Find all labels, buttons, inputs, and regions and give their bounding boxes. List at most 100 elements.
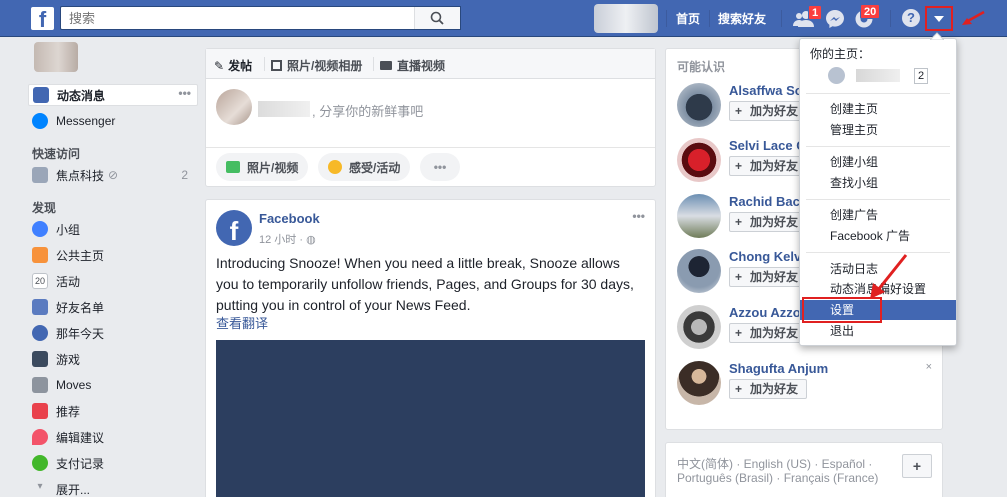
languages-line-1[interactable]: 中文(简体) · English (US) · Español · [677,455,872,472]
person-name[interactable]: Shagufta Anjum [729,361,828,376]
nav-home-link[interactable]: 首页 [676,10,700,27]
notifications-badge: 20 [860,4,881,19]
person-photo[interactable] [677,194,721,238]
page-flag-icon [828,67,845,84]
facebook-ads-item[interactable]: Facebook 广告 [800,226,956,246]
profile-avatar-blurred[interactable] [594,4,658,33]
search-input[interactable] [61,7,421,29]
add-friend-button[interactable]: 加为好友 [729,156,801,176]
find-groups-item[interactable]: 查找小组 [800,173,956,193]
sidebar-item-games[interactable]: 游戏 [28,348,198,370]
tab-post[interactable]: ✎ 发帖 [214,57,252,74]
create-ad-item[interactable]: 创建广告 [800,205,956,225]
map-pin-icon [32,429,48,445]
add-friend-button[interactable]: 加为好友 [729,101,801,121]
person-name[interactable]: Rachid Bac [729,194,800,209]
divider [373,57,374,71]
more-icon[interactable]: ••• [178,86,191,100]
sidebar-item-on-this-day[interactable]: 那年今天 [28,322,198,344]
sidebar-item-moves[interactable]: Moves [28,374,198,396]
divider [806,93,950,94]
close-icon[interactable]: × [926,361,932,373]
sidebar-item-groups[interactable]: 小组 [28,218,198,240]
user-avatar-blurred[interactable] [34,42,78,72]
divider [781,10,782,27]
sidebar-item-messenger[interactable]: Messenger [28,110,198,132]
log-out-item[interactable]: 退出 [800,321,956,341]
nav-find-friends-link[interactable]: 搜索好友 [718,10,766,27]
post-timestamp[interactable]: 12 小时 · ◍ [259,231,316,247]
top-bar: f 首页 搜索好友 1 20 ? [0,0,1007,37]
annotation-arrow-icon [962,10,985,25]
sidebar-item-label: 好友名单 [56,300,105,315]
tab-live-video[interactable]: 直播视频 [380,57,445,74]
help-icon[interactable]: ? [902,9,920,27]
sidebar-item-news-feed[interactable]: 动态消息 ••• [28,84,198,106]
sidebar-item-payment-history[interactable]: 支付记录 [28,452,198,474]
sidebar-item-pages[interactable]: 公共主页 [28,244,198,266]
sidebar-item-label: 支付记录 [56,456,105,471]
post-options-button[interactable]: ••• [632,209,645,223]
caret-down-icon [934,16,944,22]
chevron-down-icon: ▾ [37,481,43,492]
add-friend-button[interactable]: 加为好友 [729,267,801,287]
page-count-badge: 2 [914,68,929,84]
post-author[interactable]: Facebook [259,211,320,226]
sidebar-item-suggest-edits[interactable]: 编辑建议 [28,426,198,448]
person-photo[interactable] [677,138,721,182]
tab-label: 发帖 [228,59,253,73]
games-icon [32,351,48,367]
page-icon [32,167,48,183]
person-photo[interactable] [677,83,721,127]
see-translation-link[interactable]: 查看翻译 [216,313,268,332]
divider [806,199,950,200]
add-friend-button[interactable]: 加为好友 [729,323,801,343]
account-menu-button[interactable] [925,6,953,31]
manage-pages-item[interactable]: 管理主页 [800,120,956,140]
more-options-button[interactable]: ••• [420,153,460,181]
sidebar-item-label: Moves [56,378,92,392]
person-photo[interactable] [677,249,721,293]
add-friend-button[interactable]: 加为好友 [729,212,801,232]
pymk-heading: 可能认识 [677,60,726,74]
person-photo[interactable] [677,361,721,405]
feeling-activity-button[interactable]: 感受/活动 [318,153,411,181]
photo-video-button[interactable]: 照片/视频 [216,153,309,181]
facebook-page-avatar[interactable]: f [216,210,252,246]
person-name[interactable]: Azzou Azzo [729,305,801,320]
sidebar-item-events[interactable]: 20 活动 [28,270,198,292]
person-photo[interactable] [677,305,721,349]
page-row[interactable]: 2 [828,66,948,86]
languages-card: 中文(简体) · English (US) · Español · Portug… [665,442,943,497]
sidebar-item-label: 推荐 [56,404,81,419]
caret-up-icon [930,32,944,40]
your-pages-heading: 你的主页： [810,47,871,61]
post-card: f Facebook 12 小时 · ◍ ••• Introducing Sno… [205,199,656,497]
languages-line-2[interactable]: Português (Brasil) · Français (France) [677,471,878,485]
sidebar-item-friend-lists[interactable]: 好友名单 [28,296,198,318]
photo-album-icon [271,60,282,71]
composer-input[interactable]: , 分享你的新鲜事吧 [312,101,423,120]
news-feed-icon [33,87,49,103]
create-group-item[interactable]: 创建小组 [800,152,956,172]
facebook-logo[interactable]: f [31,7,54,30]
shortcuts-heading: 快速访问 [32,147,81,161]
page-name-blurred [856,69,900,82]
payment-icon [32,455,48,471]
search-button[interactable] [414,7,460,29]
sidebar-item-label: 展开... [56,482,91,497]
post-media[interactable] [216,340,645,497]
messenger-icon[interactable] [825,9,845,29]
person-name[interactable]: Alsaffwa So [729,83,803,98]
tab-photo-album[interactable]: 照片/视频相册 [271,57,362,74]
create-page-item[interactable]: 创建主页 [800,99,956,119]
add-language-button[interactable]: + [902,454,932,478]
sidebar-item-shortcut-page[interactable]: 焦点科技 ⊘ 2 [28,164,198,186]
divider [806,146,950,147]
pages-flag-icon [32,247,48,263]
sidebar-see-more[interactable]: ▾ 展开... [28,478,198,497]
add-friend-button[interactable]: 加为好友 [729,379,807,399]
person-name[interactable]: Selvi Lace G [729,138,806,153]
person-name[interactable]: Chong Kelv [729,249,801,264]
sidebar-item-recommendations[interactable]: 推荐 [28,400,198,422]
